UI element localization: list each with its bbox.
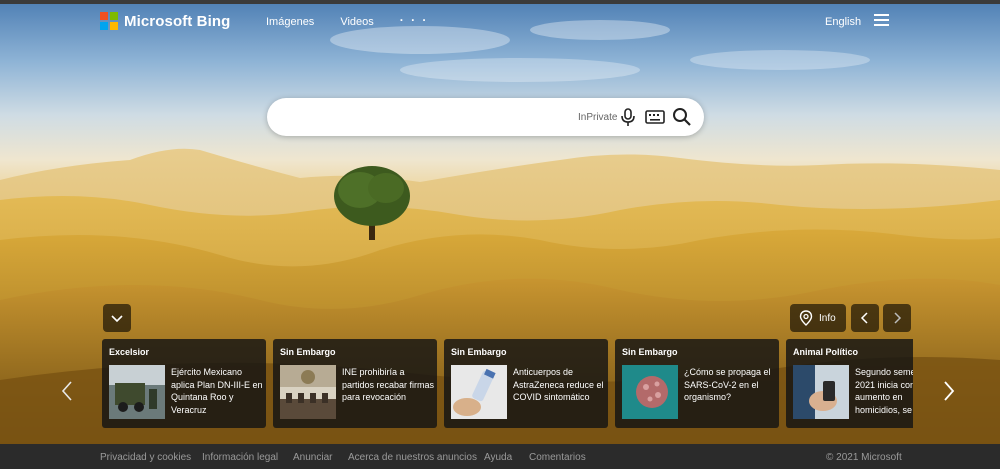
footer-link-legal[interactable]: Información legal	[202, 452, 278, 463]
news-source: Animal Político	[793, 347, 859, 357]
news-title: Ejército Mexicano aplica Plan DN-III-E e…	[171, 367, 263, 415]
chevron-down-icon	[111, 315, 123, 323]
chevron-left-icon	[860, 312, 868, 324]
nav-more[interactable]: · · ·	[400, 13, 429, 28]
microsoft-logo-icon	[100, 12, 118, 30]
news-card[interactable]: Excelsior Ejército Mexicano aplica Plan …	[102, 339, 266, 428]
news-next-arrow-icon[interactable]	[942, 380, 956, 402]
top-edge	[0, 0, 1000, 4]
chevron-right-icon	[894, 312, 902, 324]
footer-link-advertise[interactable]: Anunciar	[293, 452, 332, 463]
news-card[interactable]: Sin Embargo Anticuerpos de AstraZeneca r…	[444, 339, 608, 428]
info-label: Info	[819, 313, 836, 324]
footer-link-privacy[interactable]: Privacidad y cookies	[100, 452, 191, 463]
news-thumbnail	[793, 365, 849, 419]
location-pin-icon	[799, 310, 813, 326]
language-switch[interactable]: English	[825, 16, 861, 28]
news-thumbnail	[109, 365, 165, 419]
news-title: INE prohibiría a partidos recabar firmas…	[342, 367, 435, 403]
news-source: Excelsior	[109, 347, 150, 357]
next-image-button[interactable]	[883, 304, 911, 332]
nav-images[interactable]: Imágenes	[266, 16, 314, 28]
news-source: Sin Embargo	[451, 347, 507, 357]
news-prev-arrow-icon[interactable]	[60, 380, 74, 402]
footer-link-about-ads[interactable]: Acerca de nuestros anuncios	[348, 452, 477, 463]
info-button[interactable]: Info	[790, 304, 846, 332]
keyboard-icon[interactable]	[644, 107, 666, 127]
copyright: © 2021 Microsoft	[826, 452, 902, 463]
news-source: Sin Embargo	[280, 347, 336, 357]
search-icon[interactable]	[671, 107, 693, 127]
news-card[interactable]: Animal Político Segundo semestre de 2021…	[786, 339, 913, 428]
footer-link-feedback[interactable]: Comentarios	[529, 452, 586, 463]
news-card[interactable]: Sin Embargo INE prohibiría a partidos re…	[273, 339, 437, 428]
search-box: InPrivate	[267, 98, 704, 136]
top-nav: Imágenes Videos · · ·	[266, 13, 429, 28]
news-title: Anticuerpos de AstraZeneca reduce el COV…	[513, 367, 604, 403]
news-source: Sin Embargo	[622, 347, 678, 357]
search-input[interactable]	[285, 107, 575, 127]
footer-link-help[interactable]: Ayuda	[484, 452, 512, 463]
nav-videos[interactable]: Videos	[340, 16, 373, 28]
inprivate-label: InPrivate	[578, 112, 618, 123]
microphone-icon[interactable]	[617, 107, 639, 127]
news-thumbnail	[280, 365, 336, 419]
news-title: Segundo semestre de 2021 inicia con aume…	[855, 367, 913, 415]
logo-text: Microsoft Bing	[124, 12, 231, 30]
news-thumbnail	[622, 365, 678, 419]
hamburger-menu-icon[interactable]	[874, 14, 889, 26]
news-thumbnail	[451, 365, 507, 419]
previous-image-button[interactable]	[851, 304, 879, 332]
news-carousel: Excelsior Ejército Mexicano aplica Plan …	[102, 339, 913, 428]
collapse-news-button[interactable]	[103, 304, 131, 332]
news-card[interactable]: Sin Embargo ¿Cómo se propaga el SARS-CoV…	[615, 339, 779, 428]
news-title: ¿Cómo se propaga el SARS-CoV-2 en el org…	[684, 367, 771, 403]
bing-logo[interactable]: Microsoft Bing	[100, 12, 230, 30]
footer: Privacidad y cookies Información legal A…	[0, 444, 1000, 469]
